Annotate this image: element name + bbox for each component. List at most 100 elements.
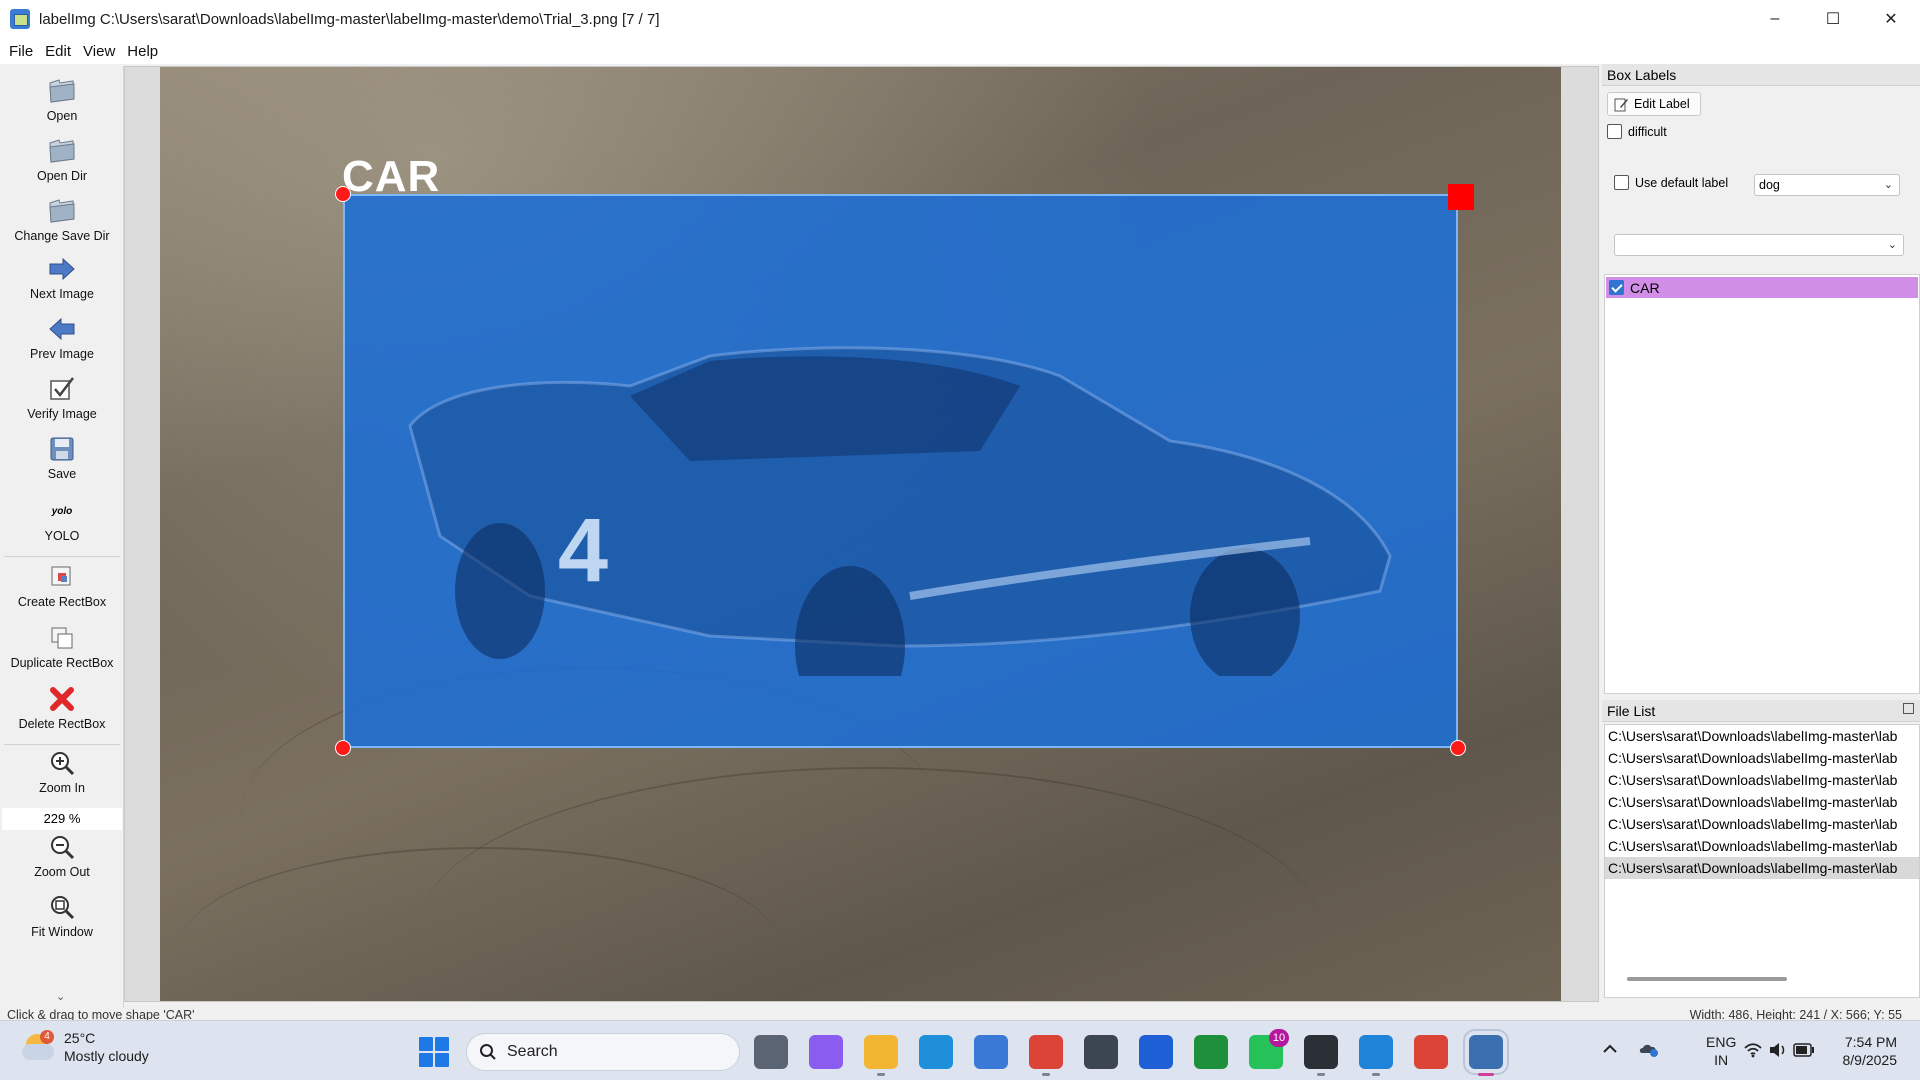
- dock-float-icon[interactable]: [1903, 703, 1914, 714]
- chrome-profile-icon[interactable]: [1414, 1035, 1448, 1069]
- terminal-icon[interactable]: [1304, 1035, 1338, 1069]
- delete-rectbox-button[interactable]: Delete RectBox: [0, 684, 124, 731]
- file-list-item[interactable]: C:\Users\sarat\Downloads\labelImg-master…: [1605, 725, 1919, 747]
- image-canvas[interactable]: CAR 4: [124, 66, 1599, 1002]
- copilot-icon[interactable]: [809, 1035, 843, 1069]
- folder-icon: [47, 136, 77, 166]
- chevron-up-icon[interactable]: [1602, 1043, 1618, 1055]
- save-button[interactable]: Save: [0, 434, 124, 481]
- create-rectbox-button[interactable]: Create RectBox: [0, 562, 124, 609]
- fit-window-label: Fit Window: [31, 925, 93, 939]
- minimize-button[interactable]: –: [1746, 0, 1804, 38]
- task-view-icon[interactable]: [754, 1035, 788, 1069]
- open-button[interactable]: Open: [0, 76, 124, 123]
- menu-bar: File Edit View Help: [0, 38, 1920, 64]
- verify-image-button[interactable]: Verify Image: [0, 374, 124, 421]
- open-dir-button[interactable]: Open Dir: [0, 136, 124, 183]
- file-list-item-selected[interactable]: C:\Users\sarat\Downloads\labelImg-master…: [1605, 857, 1919, 879]
- unity-icon[interactable]: [1084, 1035, 1118, 1069]
- open-dir-label: Open Dir: [36, 169, 88, 183]
- default-label-value: dog: [1759, 178, 1780, 192]
- prev-image-label: Prev Image: [30, 347, 94, 361]
- file-list-dock: File List: [1602, 700, 1920, 722]
- bounding-box-car[interactable]: 4: [343, 194, 1458, 748]
- running-indicator: [1317, 1073, 1325, 1076]
- file-explorer-icon[interactable]: [864, 1035, 898, 1069]
- folder-save-icon: [47, 196, 77, 226]
- difficult-checkbox-row[interactable]: difficult: [1607, 124, 1667, 139]
- vscode-icon[interactable]: [1359, 1035, 1393, 1069]
- zoom-value-spinbox[interactable]: 229 %: [2, 808, 122, 830]
- cloud-shape: [22, 1044, 54, 1060]
- weather-alert-badge: 4: [40, 1030, 54, 1044]
- use-default-label-row[interactable]: Use default label: [1614, 175, 1728, 190]
- horizontal-scrollbar[interactable]: [1627, 977, 1787, 981]
- edit-label-text: Edit Label: [1634, 97, 1690, 111]
- azure-icon[interactable]: [1139, 1035, 1173, 1069]
- running-indicator: [877, 1073, 885, 1076]
- difficult-checkbox[interactable]: [1607, 124, 1622, 139]
- edit-label-button[interactable]: Edit Label: [1607, 92, 1701, 116]
- microsoft-store-icon[interactable]: [974, 1035, 1008, 1069]
- delete-rectbox-label: Delete RectBox: [18, 717, 106, 731]
- zoom-out-button[interactable]: Zoom Out: [0, 832, 124, 879]
- menu-view[interactable]: View: [77, 43, 121, 60]
- clock[interactable]: 7:54 PM 8/9/2025: [1817, 1033, 1898, 1069]
- menu-edit[interactable]: Edit: [39, 43, 77, 60]
- file-list-item[interactable]: C:\Users\sarat\Downloads\labelImg-master…: [1605, 747, 1919, 769]
- fit-window-button[interactable]: Fit Window: [0, 892, 124, 939]
- window-controls: – ☐ ✕: [1746, 0, 1920, 38]
- create-rectbox-label: Create RectBox: [17, 595, 107, 609]
- dirt-track-image: CAR 4: [160, 67, 1561, 1001]
- running-indicator: [1372, 1073, 1380, 1076]
- xbox-icon[interactable]: [1194, 1035, 1228, 1069]
- use-default-label-checkbox[interactable]: [1614, 175, 1629, 190]
- next-image-button[interactable]: Next Image: [0, 254, 124, 301]
- change-save-dir-label: Change Save Dir: [14, 229, 110, 243]
- clock-time: 7:54 PM: [1844, 1034, 1897, 1050]
- zoom-in-button[interactable]: Zoom In: [0, 748, 124, 795]
- arrow-left-icon: [47, 314, 77, 344]
- windows-start-button[interactable]: [419, 1037, 449, 1067]
- window-title: labelImg C:\Users\sarat\Downloads\labelI…: [39, 10, 660, 28]
- label-filter-dropdown[interactable]: ⌄: [1614, 234, 1904, 256]
- label-visibility-checkbox[interactable]: [1609, 280, 1624, 295]
- chrome-icon[interactable]: [1029, 1035, 1063, 1069]
- menu-file[interactable]: File: [3, 43, 39, 60]
- bbox-vertex-top-left[interactable]: [335, 186, 351, 202]
- menu-help[interactable]: Help: [121, 43, 164, 60]
- python-icon[interactable]: [1463, 1029, 1509, 1075]
- file-list-item[interactable]: C:\Users\sarat\Downloads\labelImg-master…: [1605, 835, 1919, 857]
- default-label-dropdown[interactable]: dog ⌄: [1754, 174, 1900, 196]
- duplicate-rectbox-button[interactable]: Duplicate RectBox: [0, 623, 124, 670]
- running-indicator: [1042, 1073, 1050, 1076]
- close-button[interactable]: ✕: [1862, 0, 1920, 38]
- volume-icon[interactable]: [1768, 1042, 1788, 1058]
- bbox-vertex-bottom-right[interactable]: [1450, 740, 1466, 756]
- battery-icon[interactable]: [1793, 1043, 1815, 1057]
- weather-partly-cloudy-icon: 4: [22, 1030, 56, 1062]
- taskbar-search[interactable]: Search: [466, 1033, 740, 1071]
- bbox-vertex-top-right-selected[interactable]: [1448, 184, 1474, 210]
- bbox-vertex-bottom-left[interactable]: [335, 740, 351, 756]
- change-save-dir-button[interactable]: Change Save Dir: [0, 196, 124, 243]
- car-number: 4: [558, 501, 608, 601]
- file-list-item[interactable]: C:\Users\sarat\Downloads\labelImg-master…: [1605, 791, 1919, 813]
- next-image-label: Next Image: [30, 287, 94, 301]
- label-list-item-car[interactable]: CAR: [1606, 277, 1918, 298]
- wifi-icon[interactable]: [1743, 1042, 1763, 1058]
- file-list-item[interactable]: C:\Users\sarat\Downloads\labelImg-master…: [1605, 769, 1919, 791]
- prev-image-button[interactable]: Prev Image: [0, 314, 124, 361]
- onedrive-status-icon[interactable]: [1638, 1039, 1660, 1059]
- zoom-in-icon: [47, 748, 77, 778]
- toolbar-extension-chevron[interactable]: ⌄: [56, 990, 65, 1003]
- file-list-item[interactable]: C:\Users\sarat\Downloads\labelImg-master…: [1605, 813, 1919, 835]
- format-toggle-button[interactable]: yolo YOLO: [0, 496, 124, 544]
- maximize-button[interactable]: ☐: [1804, 0, 1862, 38]
- edge-icon[interactable]: [919, 1035, 953, 1069]
- edit-pencil-icon: [1614, 98, 1628, 111]
- language-indicator[interactable]: ENG IN: [1706, 1033, 1736, 1069]
- weather-widget[interactable]: 4 25°C Mostly cloudy: [22, 1029, 149, 1065]
- file-list: C:\Users\sarat\Downloads\labelImg-master…: [1604, 724, 1920, 998]
- box-labels-title: Box Labels: [1602, 64, 1920, 86]
